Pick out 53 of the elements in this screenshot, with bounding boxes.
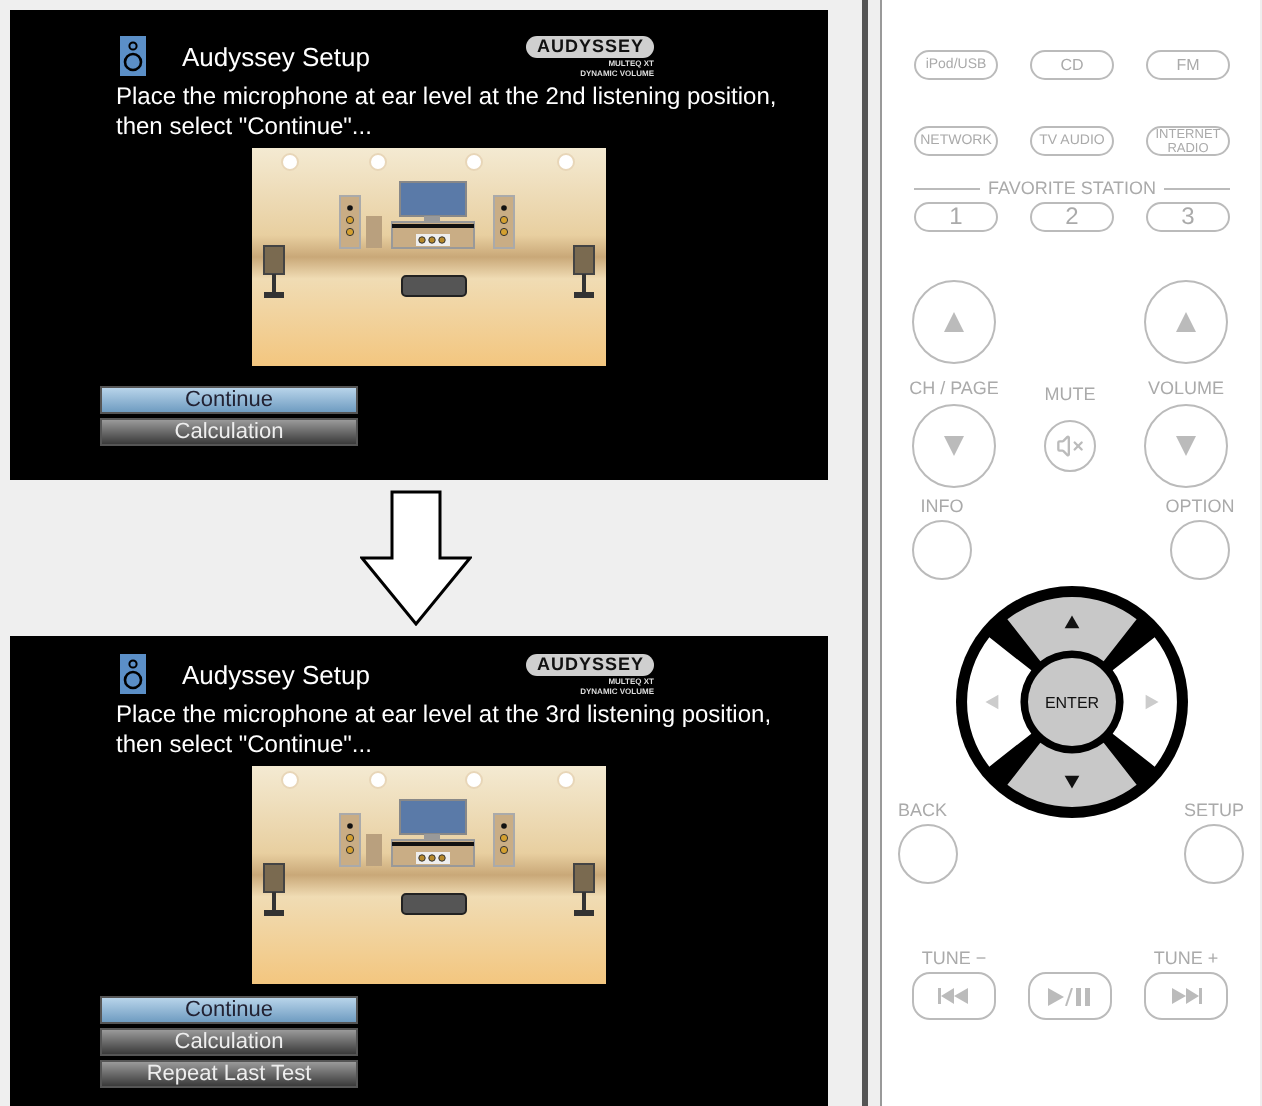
up-triangle-icon (1174, 310, 1198, 334)
volume-down-button[interactable] (1144, 404, 1228, 488)
mute-button[interactable] (1044, 420, 1096, 472)
direction-key[interactable] (967, 637, 1032, 767)
menu-option[interactable]: Repeat Last Test (100, 1060, 358, 1088)
tune-plus-label: TUNE + (1153, 948, 1219, 968)
favorite-station-label: FAVORITE STATION (988, 178, 1157, 198)
down-triangle-icon (942, 434, 966, 458)
speaker-icon (120, 654, 146, 694)
up-triangle-icon (942, 310, 966, 334)
menu-option[interactable]: Continue (100, 386, 358, 414)
mute-icon (1056, 432, 1084, 460)
skip-back-icon (938, 988, 970, 1004)
info-label: INFO (920, 496, 964, 516)
favorite-button[interactable]: 2 (1030, 202, 1114, 232)
screen-title: Audyssey Setup (182, 41, 370, 71)
volume-label: VOLUME (1147, 378, 1224, 398)
menu-option[interactable]: Calculation (100, 1028, 358, 1056)
brand-logo: AUDYSSEY (526, 654, 654, 676)
option-label: OPTION (1165, 496, 1235, 516)
menu-option[interactable]: Calculation (100, 418, 358, 446)
speaker-icon (120, 36, 146, 76)
brand-logo: AUDYSSEY (526, 36, 654, 58)
channel-label: CH / PAGE (909, 378, 999, 398)
tune-minus-label: TUNE − (921, 948, 987, 968)
instruction-text: Place the microphone at ear level at the 2nd listening position, then select "Continue"... (116, 82, 779, 142)
source-button[interactable]: FM (1146, 50, 1230, 80)
channel-up-button[interactable] (912, 280, 996, 364)
back-button[interactable] (898, 824, 958, 884)
mute-label: MUTE (1044, 384, 1096, 404)
channel-down-button[interactable] (912, 404, 996, 488)
menu-option[interactable]: Continue (100, 996, 358, 1024)
direction-key[interactable] (1007, 742, 1137, 807)
instruction-text: Place the microphone at ear level at the 3rd listening position, then select "Continue"... (116, 700, 774, 760)
back-label: BACK (898, 800, 948, 820)
info-button[interactable] (912, 520, 972, 580)
skip-forward-button[interactable] (1144, 972, 1228, 1020)
source-button[interactable]: CD (1030, 50, 1114, 80)
down-arrow-icon (360, 490, 472, 626)
setup-button[interactable] (1184, 824, 1244, 884)
direction-key[interactable] (1007, 597, 1137, 662)
option-button[interactable] (1170, 520, 1230, 580)
direction-key[interactable] (1112, 637, 1177, 767)
volume-up-button[interactable] (1144, 280, 1228, 364)
setup-label: SETUP (1183, 800, 1244, 820)
down-triangle-icon (1174, 434, 1198, 458)
play-pause-icon (1048, 987, 1092, 1005)
screen-title: Audyssey Setup (182, 659, 370, 689)
favorite-button[interactable]: 3 (1146, 202, 1230, 232)
skip-back-button[interactable] (912, 972, 996, 1020)
skip-forward-icon (1170, 988, 1202, 1004)
favorite-button[interactable]: 1 (914, 202, 998, 232)
play-pause-button[interactable] (1028, 972, 1112, 1020)
